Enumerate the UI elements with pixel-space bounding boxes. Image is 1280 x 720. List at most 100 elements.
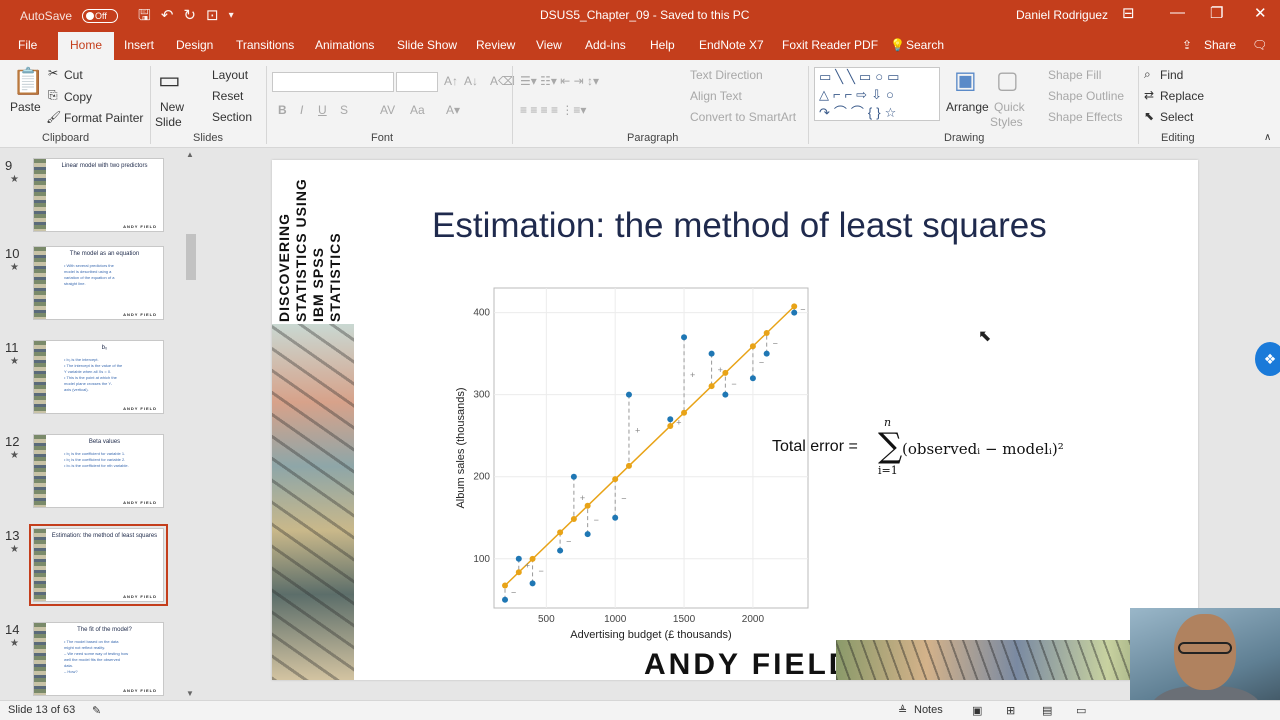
shapes-gallery[interactable]: ▭╲╲▭○▭ △⌐⌐⇨⇩○ ↷⌒⌒{}☆	[814, 67, 940, 121]
tab-slide-show[interactable]: Slide Show	[397, 38, 457, 52]
new-slide-button-line2[interactable]: Slide	[155, 115, 182, 129]
presenter-icon[interactable]: ⊡	[206, 8, 219, 24]
strike-button[interactable]: S	[340, 103, 348, 117]
normal-view-icon[interactable]: ▣	[972, 704, 982, 717]
model-point	[584, 502, 591, 509]
slide-thumbnail-12[interactable]: Beta values • b₁ is the coefficient for v…	[33, 434, 164, 508]
shrink-font-icon[interactable]: A↓	[464, 74, 478, 88]
align-text-button[interactable]: Align Text	[690, 89, 742, 103]
slide-thumbnail-9[interactable]: Linear model with two predictors ANDY FIE…	[33, 158, 164, 232]
italic-button[interactable]: I	[300, 103, 303, 117]
slide-thumbnail-11[interactable]: b₀ • b₀ is the intercept. • The intercept …	[33, 340, 164, 414]
paste-icon[interactable]: 📋	[12, 66, 44, 97]
user-name[interactable]: Daniel Rodriguez	[1016, 8, 1108, 22]
undo-icon[interactable]: ↶	[161, 8, 174, 24]
find-icon[interactable]: ⌕	[1144, 67, 1151, 82]
tab-insert[interactable]: Insert	[124, 38, 154, 52]
new-slide-button[interactable]: New	[160, 100, 184, 114]
grow-font-icon[interactable]: A↑	[444, 74, 458, 88]
select-icon[interactable]: ⬉	[1144, 109, 1154, 123]
bold-button[interactable]: B	[278, 103, 287, 117]
comments-icon[interactable]: 🗨	[1252, 38, 1267, 52]
scissors-icon[interactable]: ✂	[48, 66, 58, 80]
autosave-toggle[interactable]: Off	[82, 9, 119, 23]
collapse-ribbon-icon[interactable]: ∧	[1264, 132, 1271, 143]
maximize-icon[interactable]: ❐	[1210, 4, 1223, 22]
copy-icon[interactable]: ⎘	[48, 88, 58, 103]
tab-review[interactable]: Review	[476, 38, 515, 52]
save-icon[interactable]: 🖫	[138, 8, 151, 24]
bullets-icon[interactable]: ☰▾ ☷▾ ⇤ ⇥ ↕▾	[520, 74, 599, 88]
replace-icon[interactable]: ⇄	[1144, 88, 1154, 102]
slide-thumbnail-14[interactable]: The fit of the model? • The model based o…	[33, 622, 164, 696]
convert-smartart-button[interactable]: Convert to SmartArt	[690, 110, 796, 124]
y-tick-label: 400	[473, 308, 490, 319]
tab-add-ins[interactable]: Add-ins	[585, 38, 626, 52]
share-button[interactable]: Share	[1204, 38, 1236, 52]
shape-fill-button[interactable]: Shape Fill	[1048, 68, 1101, 82]
thumbnail-line: • With several predictors the	[64, 263, 114, 268]
cut-button[interactable]: Cut	[64, 68, 83, 82]
residual-sign: −	[800, 304, 805, 314]
section-button[interactable]: Section	[212, 110, 252, 124]
paste-button[interactable]: Paste	[10, 100, 41, 114]
shape-outline-button[interactable]: Shape Outline	[1048, 89, 1124, 103]
copy-button[interactable]: Copy	[64, 90, 92, 104]
model-point	[681, 409, 688, 416]
align-icons[interactable]: ≡ ≡ ≡ ≡ ⋮≡▾	[520, 103, 586, 117]
least-squares-chart[interactable]: 500 1000 1500 2000 100 200 300 400 Advertising b…	[452, 284, 812, 644]
slide-thumbnail-13[interactable]: Estimation: the method of least squares A…	[29, 524, 168, 606]
tab-endnote[interactable]: EndNote X7	[699, 38, 764, 52]
format-painter-button[interactable]: Format Painter	[64, 111, 143, 125]
quick-styles-button-line2[interactable]: Styles	[990, 115, 1023, 129]
font-size-box[interactable]	[396, 72, 438, 92]
slideshow-view-icon[interactable]: ▭	[1076, 704, 1086, 717]
quick-access-toolbar: AutoSave Off 🖫 ↶ ↻ ⊡ ▾	[20, 8, 234, 24]
x-tick-label: 1000	[604, 614, 627, 625]
dropbox-icon[interactable]: ❖	[1255, 342, 1280, 376]
notes-button[interactable]: Notes	[914, 704, 943, 716]
tab-transitions[interactable]: Transitions	[236, 38, 294, 52]
font-color-icon[interactable]: A▾	[446, 103, 460, 117]
share-icon[interactable]: ⇪	[1182, 38, 1192, 52]
slide-sorter-icon[interactable]: ⊞	[1006, 704, 1015, 717]
quick-styles-button[interactable]: Quick	[994, 100, 1025, 114]
spellcheck-icon[interactable]: ✎	[92, 704, 101, 717]
reading-view-icon[interactable]: ▤	[1042, 704, 1052, 717]
tab-design[interactable]: Design	[176, 38, 213, 52]
arrange-icon[interactable]: ▣	[954, 66, 977, 95]
font-name-box[interactable]	[272, 72, 394, 92]
total-error-formula[interactable]: Total error = n ∑ i=1 (observedᵢ − model…	[772, 416, 1192, 486]
tab-home[interactable]: Home	[58, 32, 115, 60]
quick-styles-icon[interactable]: ▢	[996, 66, 1019, 95]
search-tell-me[interactable]: Search	[906, 38, 944, 52]
minimize-icon[interactable]: —	[1170, 4, 1185, 21]
tab-animations[interactable]: Animations	[315, 38, 374, 52]
layout-button[interactable]: Layout	[212, 68, 248, 82]
customize-qat-icon[interactable]: ▾	[229, 8, 234, 24]
tab-view[interactable]: View	[536, 38, 562, 52]
arrange-button[interactable]: Arrange	[946, 100, 989, 114]
thumbnail-scrollbar[interactable]: ▲ ▼	[184, 150, 198, 698]
slide-canvas[interactable]: DISCOVERING STATISTICS USING IBM SPSS ST…	[272, 160, 1198, 680]
tab-file[interactable]: File	[18, 38, 37, 52]
slide-thumbnail-10[interactable]: The model as an equation • With several p…	[33, 246, 164, 320]
close-icon[interactable]: ✕	[1254, 4, 1267, 22]
text-direction-button[interactable]: Text Direction	[690, 68, 763, 82]
redo-icon[interactable]: ↻	[183, 8, 196, 24]
select-button[interactable]: Select	[1160, 110, 1193, 124]
notes-icon[interactable]: ≜	[898, 704, 907, 717]
ribbon-display-icon[interactable]: ⊟	[1122, 4, 1135, 22]
tab-help[interactable]: Help	[650, 38, 675, 52]
replace-button[interactable]: Replace	[1160, 89, 1204, 103]
new-slide-icon[interactable]: ▭	[158, 66, 181, 95]
char-spacing-button[interactable]: AV	[380, 103, 395, 117]
change-case-button[interactable]: Aa	[410, 103, 425, 117]
reset-button[interactable]: Reset	[212, 89, 243, 103]
shape-effects-button[interactable]: Shape Effects	[1048, 110, 1123, 124]
tab-foxit[interactable]: Foxit Reader PDF	[782, 38, 878, 52]
brush-icon[interactable]: 🖌	[46, 110, 61, 124]
find-button[interactable]: Find	[1160, 68, 1183, 82]
underline-button[interactable]: U	[318, 103, 327, 117]
slide-title[interactable]: Estimation: the method of least squares	[432, 206, 1092, 246]
